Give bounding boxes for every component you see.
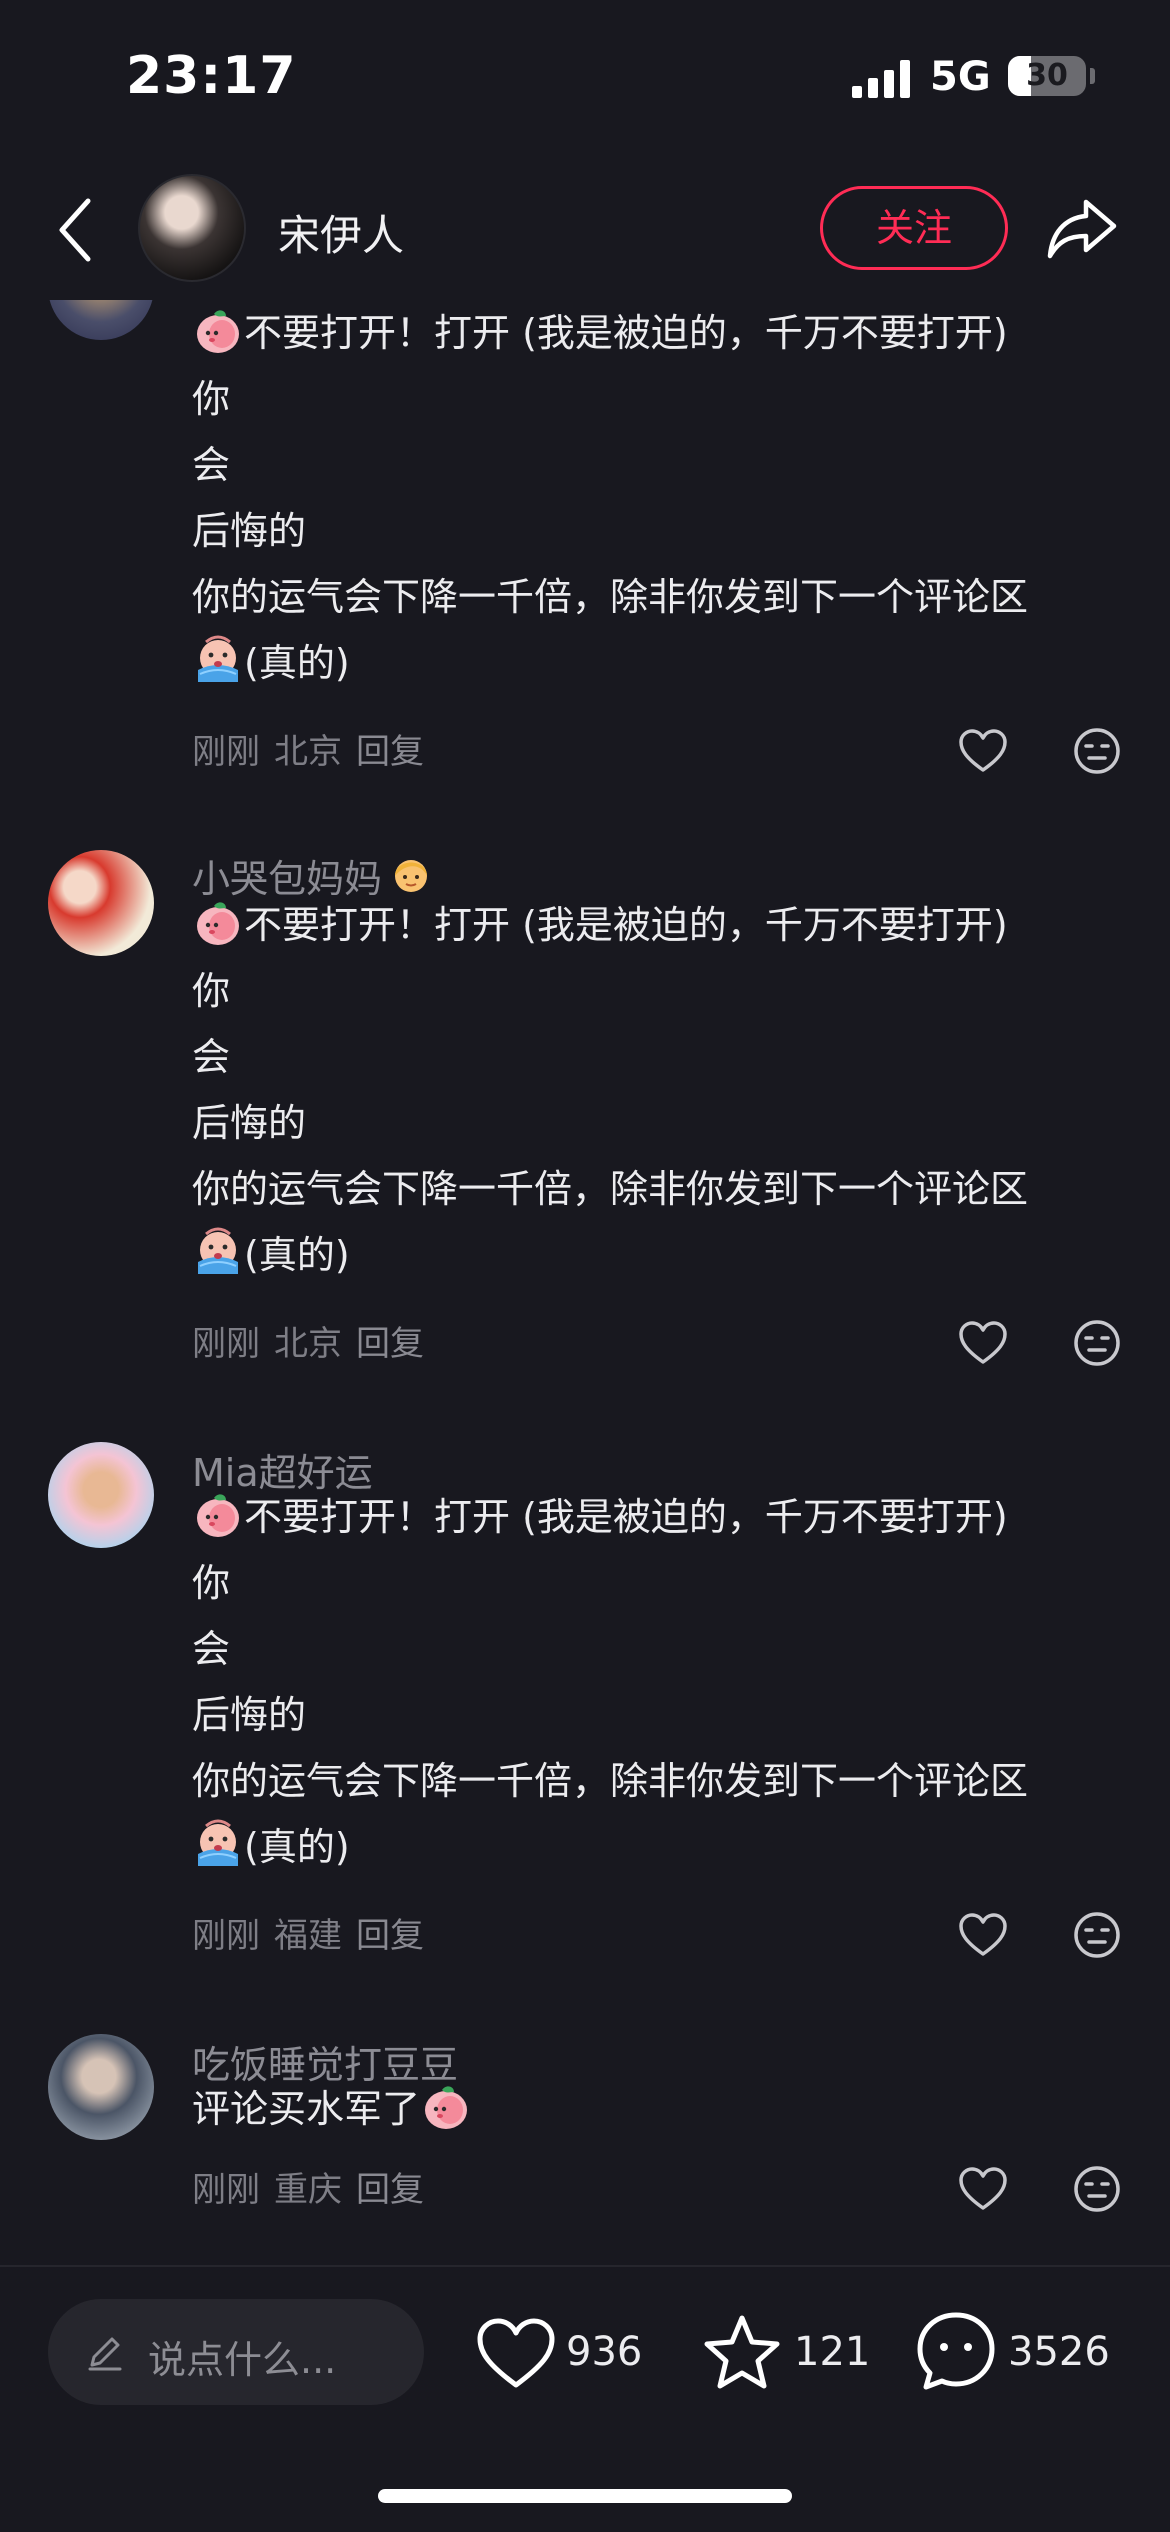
heart-icon[interactable] <box>958 728 1008 774</box>
comment-avatar[interactable] <box>48 1442 154 1548</box>
heart-icon <box>477 2318 555 2388</box>
peach-emoji-icon <box>192 304 244 356</box>
signal-icon <box>852 58 914 98</box>
like-button[interactable]: 936 <box>476 2309 656 2399</box>
comment-time: 刚刚 <box>192 732 260 772</box>
share-arrow-icon <box>1047 199 1117 259</box>
status-bar: 23:17 5G 30 <box>0 0 1170 150</box>
comment-time: 刚刚 <box>192 1324 260 1364</box>
crying-emoji-icon <box>192 1818 244 1870</box>
peach-emoji-icon <box>192 1488 244 1540</box>
peach-emoji-icon <box>192 896 244 948</box>
author-avatar[interactable] <box>138 174 246 282</box>
follow-button[interactable]: 关注 <box>820 186 1008 270</box>
comment-time: 刚刚 <box>192 2170 260 2210</box>
comment-time: 刚刚 <box>192 1916 260 1956</box>
meh-face-icon[interactable] <box>1072 2164 1122 2214</box>
meh-face-icon[interactable] <box>1072 726 1122 776</box>
comment-location: 福建 <box>274 1916 342 1956</box>
reply-button[interactable]: 回复 <box>356 1324 424 1364</box>
battery-icon: 30 <box>1008 56 1086 96</box>
share-button[interactable] <box>1046 196 1118 260</box>
chat-bubble-icon <box>917 2312 995 2390</box>
heart-icon[interactable] <box>958 1912 1008 1958</box>
comment-button[interactable]: 3526 <box>916 2309 1136 2399</box>
pencil-icon <box>88 2337 122 2371</box>
star-icon <box>704 2315 780 2389</box>
comment-meta: 刚刚 北京 回复 <box>192 724 438 773</box>
comment-location: 北京 <box>274 732 342 772</box>
comment-location: 北京 <box>274 1324 342 1364</box>
comment-text: 不要打开！打开 (我是被迫的，千万不要打开) 你 会 后悔的 你的运气会下降一千… <box>192 1484 1132 1880</box>
meh-face-icon[interactable] <box>1072 1910 1122 1960</box>
crying-emoji-icon <box>192 1226 244 1278</box>
comment-avatar[interactable] <box>48 300 154 340</box>
comment-input-placeholder: 说点什么... <box>148 2338 337 2382</box>
comment-text: 不要打开！打开 (我是被迫的，千万不要打开) 你 会 后悔的 你的运气会下降一千… <box>192 892 1132 1288</box>
favorite-button[interactable]: 121 <box>702 2309 872 2399</box>
comment-avatar[interactable] <box>48 2034 154 2140</box>
favorite-count: 121 <box>794 2329 871 2375</box>
heart-icon[interactable] <box>958 1320 1008 1366</box>
status-time: 23:17 <box>126 46 297 106</box>
comment-text: 评论买水军了 <box>192 2076 1132 2142</box>
battery-nub <box>1090 68 1095 84</box>
reply-button[interactable]: 回复 <box>356 2170 424 2210</box>
reply-button[interactable]: 回复 <box>356 1916 424 1956</box>
comment-list[interactable]: 不要打开！打开 (我是被迫的，千万不要打开) 你 会 后悔的 你的运气会下降一千… <box>0 300 1170 2265</box>
post-header: 宋伊人 关注 <box>0 160 1170 300</box>
peach-emoji-icon <box>420 2080 472 2132</box>
author-name[interactable]: 宋伊人 <box>278 202 404 263</box>
comment-meta: 刚刚 北京 回复 <box>192 1316 438 1365</box>
home-indicator[interactable] <box>378 2489 792 2503</box>
chevron-left-icon <box>59 198 91 262</box>
crying-emoji-icon <box>192 634 244 686</box>
heart-icon[interactable] <box>958 2166 1008 2212</box>
comment-location: 重庆 <box>274 2170 342 2210</box>
meh-face-icon[interactable] <box>1072 1318 1122 1368</box>
back-button[interactable] <box>52 195 98 265</box>
reply-button[interactable]: 回复 <box>356 732 424 772</box>
comment-count: 3526 <box>1008 2329 1110 2375</box>
comment-avatar[interactable] <box>48 850 154 956</box>
battery-percentage: 30 <box>1026 58 1068 93</box>
like-count: 936 <box>566 2329 643 2375</box>
network-type: 5G <box>930 54 991 100</box>
comment-meta: 刚刚 福建 回复 <box>192 1908 438 1957</box>
comment-text: 不要打开！打开 (我是被迫的，千万不要打开) 你 会 后悔的 你的运气会下降一千… <box>192 300 1132 696</box>
comment-meta: 刚刚 重庆 回复 <box>192 2162 438 2211</box>
comment-input[interactable]: 说点什么... <box>48 2299 424 2405</box>
